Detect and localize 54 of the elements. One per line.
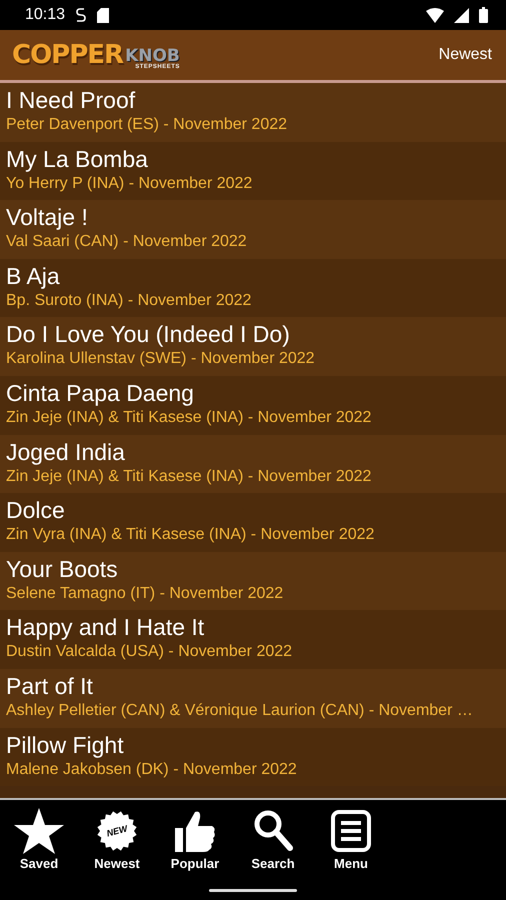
dance-title: Happy and I Hate It: [6, 613, 206, 642]
dance-byline: Zin Jeje (INA) & Titi Kasese (INA) - November 2022: [6, 466, 372, 487]
dance-byline: Peter Davenport (ES) - November 2022: [6, 115, 288, 135]
star-icon: [13, 808, 65, 854]
battery-icon: [479, 7, 488, 23]
status-time: 10:13: [25, 6, 66, 24]
dance-byline: Zin Vyra (INA) & Titi Kasese (INA) - November 2022: [6, 525, 376, 546]
nav-tab[interactable]: Search: [234, 808, 312, 871]
home-handle[interactable]: [209, 889, 297, 892]
menu-icon: [331, 808, 371, 854]
nav-tab[interactable]: Popular: [156, 808, 234, 871]
dance-title: Pillow Fight: [6, 730, 125, 759]
dance-byline: Karolina Ullenstav (SWE) - November 2022: [6, 349, 316, 370]
dance-row[interactable]: Cinta Papa Daeng Zin Jeje (INA) & Titi Kasese (INA) - November 2022: [0, 376, 506, 435]
dance-row[interactable]: Pillow Fight Malene Jakobsen (DK) - November 2022: [0, 728, 506, 786]
dance-byline: Ashley Pelletier (CAN) & Véronique Laurion (CAN) - November …: [6, 700, 474, 721]
dance-title: I Need Proof: [6, 86, 136, 114]
nav-tab[interactable]: NEW Newest: [78, 808, 156, 871]
dance-title: Dolce: [6, 496, 66, 524]
dance-byline: Selene Tamagno (IT) - November 2022: [6, 584, 284, 604]
dance-title: Joged India: [6, 438, 126, 466]
dance-byline: Malene Jakobsen (DK) - November 2022: [6, 760, 298, 780]
dance-row[interactable]: Part of It Ashley Pelletier (CAN) & Véronique Laurion (CAN) - November …: [0, 668, 506, 728]
dance-byline: Dustin Valcalda (USA) - November 2022: [6, 642, 294, 662]
dance-row[interactable]: Dolce Zin Vyra (INA) & Titi Kasese (INA) - November 2022: [0, 493, 506, 552]
logo-word: KNOB: [125, 48, 180, 64]
dance-title: My La Bomba: [6, 144, 149, 173]
dance-row[interactable]: Joged India Zin Jeje (INA) & Titi Kasese (INA) - November 2022: [0, 434, 506, 494]
dance-row[interactable]: My La Bomba Yo Herry P (INA) - November 2022: [0, 142, 506, 200]
dance-row[interactable]: Voltaje ! Val Saari (CAN) - November 2022: [0, 200, 506, 259]
notification-icon: [75, 7, 88, 23]
logo-word: COPPER: [12, 40, 124, 70]
dance-title: Your Boots: [6, 554, 119, 583]
dance-row[interactable]: Your Boots Selene Tamagno (IT) - November 2022: [0, 552, 506, 610]
dance-byline: Val Saari (CAN) - November 2022: [6, 232, 248, 252]
dance-title: Do I Love You (Indeed I Do): [6, 320, 291, 348]
sort-label[interactable]: Newest: [438, 46, 492, 64]
dance-title: B Aja: [6, 262, 61, 290]
dance-byline: Zin Jeje (INA) & Titi Kasese (INA) - November 2022: [6, 408, 372, 428]
dance-row[interactable]: Do I Love You (Indeed I Do) Karolina Ullenstav (SWE) - November 2022: [0, 317, 506, 376]
dance-byline: Bp. Suroto (INA) - November 2022: [6, 290, 252, 311]
dance-row[interactable]: B Aja Bp. Suroto (INA) - November 2022: [0, 258, 506, 318]
dance-title: Part of It: [6, 672, 94, 700]
nav-tab[interactable]: Saved: [0, 808, 78, 871]
signal-icon: [454, 8, 469, 22]
dance-title: Cinta Papa Daeng: [6, 378, 195, 407]
wifi-icon: [426, 8, 444, 22]
sd-card-icon: [97, 8, 110, 22]
dance-byline: Yo Herry P (INA) - November 2022: [6, 174, 254, 194]
nav-tab[interactable]: Menu: [312, 808, 390, 871]
dance-title: Voltaje !: [6, 203, 89, 232]
dance-row[interactable]: I Need Proof Peter Davenport (ES) - November 2022: [0, 83, 506, 142]
search-icon: [252, 808, 294, 854]
dance-row[interactable]: Happy and I Hate It Dustin Valcalda (USA) - November 2022: [0, 610, 506, 669]
